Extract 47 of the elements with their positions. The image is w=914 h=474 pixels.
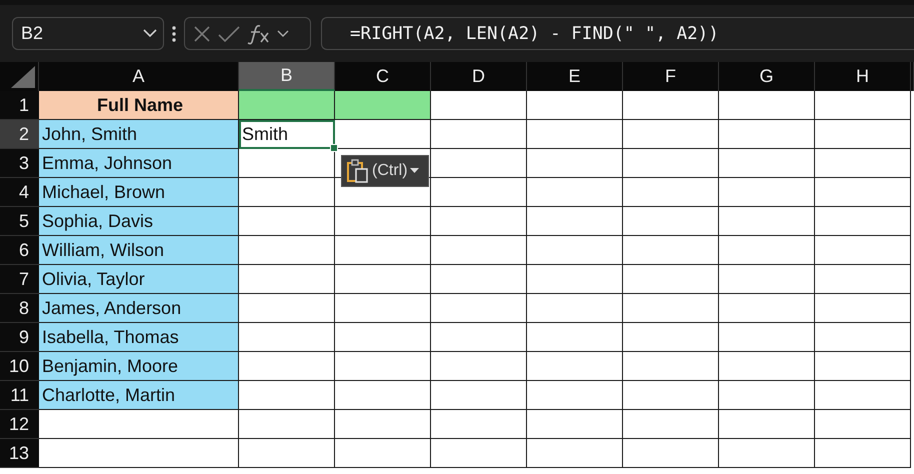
- table-cell: Olivia, Taylor: [39, 265, 239, 294]
- paste-options-button[interactable]: (Ctrl): [341, 155, 429, 187]
- row-header[interactable]: 8: [0, 294, 39, 323]
- table-cell: James, Anderson: [39, 294, 239, 323]
- table-cell: William, Wilson: [39, 236, 239, 265]
- column-header[interactable]: C: [335, 62, 431, 91]
- cell-reference: B2: [21, 23, 44, 44]
- chevron-down-icon[interactable]: [277, 30, 289, 38]
- formula-field[interactable]: =RIGHT(A2, LEN(A2) - FIND(" ", A2)): [321, 17, 914, 50]
- row-header[interactable]: 6: [0, 236, 39, 265]
- more-options-icon[interactable]: [172, 24, 176, 42]
- column-header[interactable]: A: [39, 62, 239, 91]
- column-header[interactable]: H: [815, 62, 911, 91]
- table-cell: Sophia, Davis: [39, 207, 239, 236]
- column-header[interactable]: E: [527, 62, 623, 91]
- row-header[interactable]: 4: [0, 178, 39, 207]
- table-cell: Michael, Brown: [39, 178, 239, 207]
- column-header[interactable]: G: [719, 62, 815, 91]
- table-cell: Benjamin, Moore: [39, 352, 239, 381]
- table-cell: Emma, Johnson: [39, 149, 239, 178]
- row-header[interactable]: 3: [0, 149, 39, 178]
- function-icon[interactable]: [247, 22, 271, 44]
- name-box[interactable]: B2: [12, 17, 164, 50]
- row-header[interactable]: 9: [0, 323, 39, 352]
- column-header[interactable]: B: [239, 62, 335, 91]
- cancel-icon[interactable]: [193, 24, 211, 42]
- row-header[interactable]: 2: [0, 120, 39, 149]
- row-header[interactable]: 11: [0, 381, 39, 410]
- row-header[interactable]: 7: [0, 265, 39, 294]
- chevron-down-icon[interactable]: [143, 29, 157, 38]
- row-header[interactable]: 5: [0, 207, 39, 236]
- row-header[interactable]: 13: [0, 439, 39, 468]
- check-icon[interactable]: [217, 24, 241, 42]
- column-header[interactable]: F: [623, 62, 719, 91]
- table-cell: Isabella, Thomas: [39, 323, 239, 352]
- header-cell: Full Name: [39, 91, 239, 120]
- row-header[interactable]: 1: [0, 91, 39, 120]
- column-header[interactable]: D: [431, 62, 527, 91]
- table-cell: Charlotte, Martin: [39, 381, 239, 410]
- table-cell: Smith: [239, 120, 335, 149]
- row-header[interactable]: 10: [0, 352, 39, 381]
- fill-handle[interactable]: [330, 144, 338, 152]
- clipboard-icon: [346, 159, 370, 183]
- select-all-icon[interactable]: [11, 66, 35, 88]
- table-cell: John, Smith: [39, 120, 239, 149]
- caret-icon: [410, 168, 419, 174]
- row-header[interactable]: 12: [0, 410, 39, 439]
